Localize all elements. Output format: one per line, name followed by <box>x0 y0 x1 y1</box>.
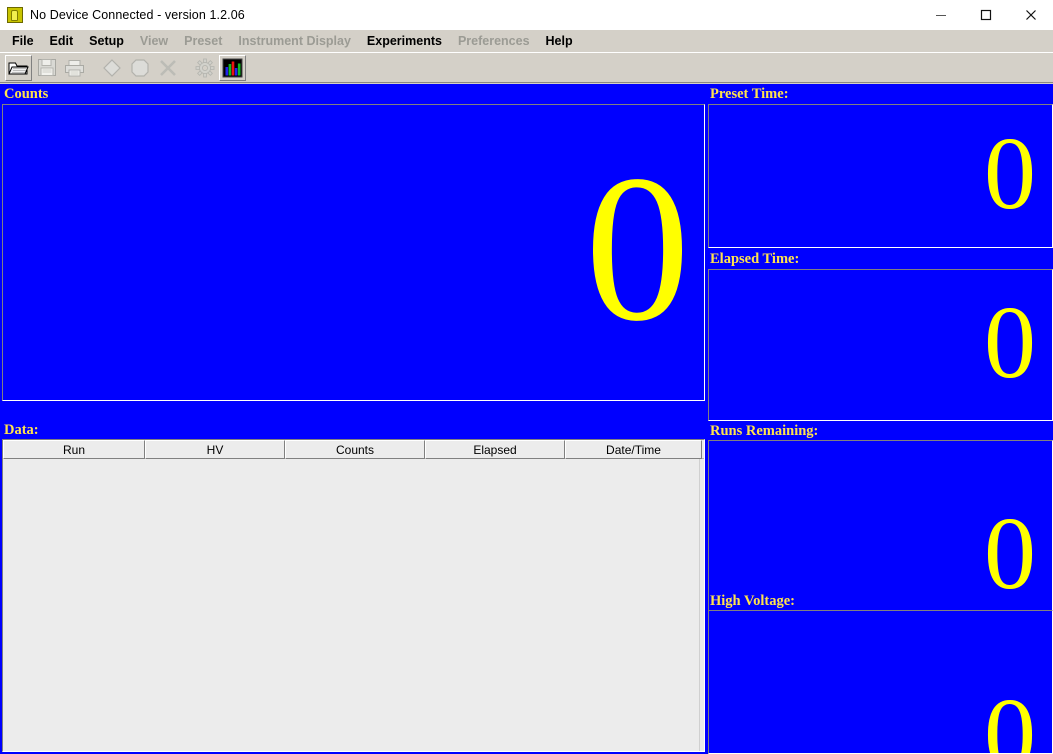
gear-icon <box>195 58 214 77</box>
data-label: Data: <box>4 422 39 438</box>
menu-item-file[interactable]: File <box>5 31 41 51</box>
open-folder-icon <box>8 62 29 74</box>
circle-button <box>126 54 153 81</box>
toolbar <box>0 52 1053 83</box>
table-vertical-scrollbar[interactable] <box>699 459 704 751</box>
column-header-hv[interactable]: HV <box>145 440 285 459</box>
print-button <box>61 54 88 81</box>
high-voltage-label: High Voltage: <box>710 593 795 609</box>
print-icon <box>65 59 84 76</box>
maximize-icon <box>980 9 991 21</box>
elapsed-time-value: 0 <box>984 284 1036 400</box>
menu-item-edit[interactable]: Edit <box>43 31 81 51</box>
circle-icon <box>130 58 149 77</box>
application-window: No Device Connected - version 1.2.06 Fil… <box>0 0 1053 754</box>
settings-button <box>191 54 218 81</box>
minimize-button[interactable] <box>918 0 963 30</box>
high-voltage-display: 0 <box>708 610 1053 754</box>
data-table[interactable]: Run HV Counts Elapsed Date/Time <box>2 439 705 752</box>
column-header-elapsed[interactable]: Elapsed <box>425 440 565 459</box>
bar-chart-icon <box>222 58 243 77</box>
close-icon <box>1025 10 1036 20</box>
table-header-row: Run HV Counts Elapsed Date/Time <box>3 440 704 459</box>
preset-time-value: 0 <box>984 115 1036 231</box>
title-bar: No Device Connected - version 1.2.06 <box>0 0 1053 30</box>
menu-bar: File Edit Setup View Preset Instrument D… <box>0 30 1053 52</box>
preset-time-display: 0 <box>708 104 1053 248</box>
column-header-counts[interactable]: Counts <box>285 440 425 459</box>
menu-item-experiments[interactable]: Experiments <box>360 31 449 51</box>
toolbar-separator-1 <box>89 55 98 81</box>
elapsed-time-display: 0 <box>708 269 1053 421</box>
toolbar-separator-2 <box>182 55 191 81</box>
cancel-button <box>154 54 181 81</box>
counts-display: 0 <box>2 104 705 401</box>
column-header-run[interactable]: Run <box>3 440 145 459</box>
high-voltage-value: 0 <box>984 677 1036 754</box>
open-file-button[interactable] <box>5 54 32 81</box>
workspace: Counts 0 Data: Run HV Counts Elapsed Dat… <box>0 84 1053 754</box>
menu-item-preferences: Preferences <box>457 34 530 48</box>
column-header-date-time[interactable]: Date/Time <box>565 440 702 459</box>
minimize-icon <box>935 15 946 16</box>
app-icon <box>7 7 23 23</box>
menu-item-view: View <box>139 34 169 48</box>
menu-item-instrument-display: Instrument Display <box>238 34 351 48</box>
counts-label: Counts <box>4 86 49 102</box>
close-button[interactable] <box>1008 0 1053 30</box>
maximize-button[interactable] <box>963 0 1008 30</box>
diamond-button <box>98 54 125 81</box>
close-x-icon <box>159 59 176 76</box>
menu-item-setup[interactable]: Setup <box>82 31 131 51</box>
chart-view-button[interactable] <box>219 54 246 81</box>
save-floppy-icon <box>37 59 56 76</box>
menu-item-help[interactable]: Help <box>539 31 580 51</box>
runs-remaining-label: Runs Remaining: <box>710 423 819 439</box>
save-button <box>33 54 60 81</box>
diamond-icon <box>102 58 121 77</box>
window-controls <box>918 0 1053 30</box>
window-title: No Device Connected - version 1.2.06 <box>30 8 245 22</box>
right-panel-column: Preset Time: 0 Elapsed Time: 0 Runs Rema… <box>706 84 1053 754</box>
counts-value: 0 <box>585 132 690 365</box>
table-body <box>3 459 704 751</box>
elapsed-time-label: Elapsed Time: <box>710 251 800 267</box>
preset-time-label: Preset Time: <box>710 86 789 102</box>
runs-remaining-value: 0 <box>984 495 1036 611</box>
menu-item-preset: Preset <box>184 34 223 48</box>
